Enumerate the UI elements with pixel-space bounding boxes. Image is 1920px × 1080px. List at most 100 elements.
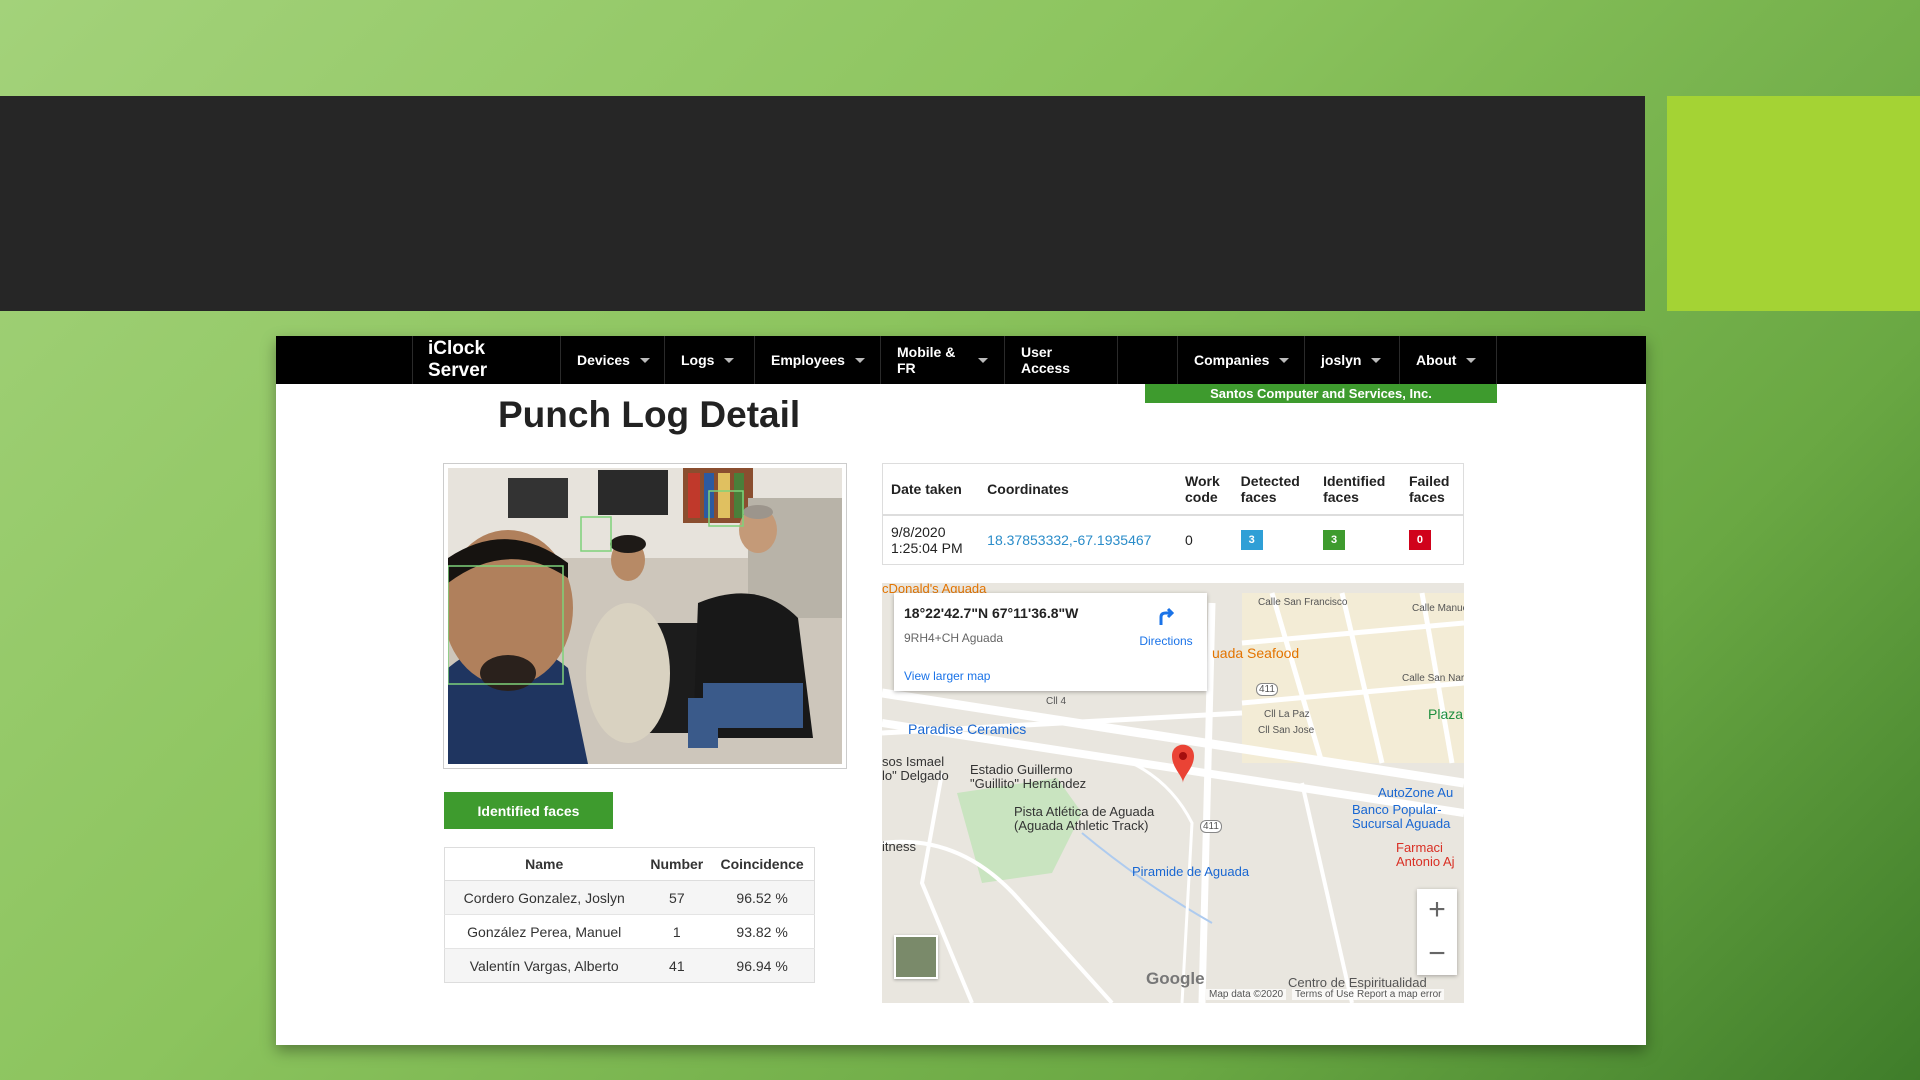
- route-shield: 411: [1200, 820, 1222, 833]
- nav-about[interactable]: About: [1400, 336, 1497, 384]
- nav-mobile-fr[interactable]: Mobile & FR: [881, 336, 1005, 384]
- work-code-cell: 0: [1184, 532, 1193, 548]
- punch-photo-frame: [443, 463, 847, 769]
- place-centro[interactable]: Centro de Espiritualidad: [1288, 975, 1427, 990]
- header-line: faces: [1240, 489, 1277, 505]
- satellite-toggle[interactable]: [894, 935, 938, 979]
- place-line: Banco Popular-: [1352, 802, 1442, 817]
- date-value: 9/8/2020: [891, 524, 946, 540]
- nav-devices-label: Devices: [577, 352, 630, 368]
- map-coordinates: 18°22'42.7"N 67°11'36.8"W: [904, 605, 1079, 621]
- face-coincidence: 96.52 %: [710, 880, 815, 915]
- terms-link[interactable]: Terms of Use: [1292, 989, 1357, 1000]
- place-estadio[interactable]: Estadio Guillermo "Guillito" Hernández: [970, 763, 1086, 791]
- failed-faces-cell: 0: [1401, 515, 1464, 565]
- nav-user-menu[interactable]: joslyn: [1305, 336, 1400, 384]
- time-value: 1:25:04 PM: [891, 540, 963, 556]
- face-name: Cordero Gonzalez, Joslyn: [444, 880, 644, 915]
- col-name-header: Name: [444, 847, 644, 881]
- header-line: code: [1184, 489, 1218, 505]
- coordinates-cell: 18.37853332,-67.1935467: [979, 515, 1177, 565]
- brand-link[interactable]: iClock Server: [412, 336, 561, 384]
- street-label: Cll La Paz: [1264, 709, 1310, 720]
- location-map[interactable]: cDonald's Aguada uada Seafood Plaza F Pa…: [882, 583, 1464, 1003]
- nav-user-access-label: User Access: [1021, 344, 1071, 376]
- map-info-card: 18°22'42.7"N 67°11'36.8"W 9RH4+CH Aguada…: [894, 593, 1207, 691]
- place-plaza[interactable]: Plaza F: [1428, 706, 1464, 722]
- nav-devices[interactable]: Devices: [561, 336, 665, 384]
- slide-accent-block: [1667, 96, 1920, 311]
- col-number-header: Number: [643, 847, 711, 881]
- place-farmacia[interactable]: Farmaci Antonio Aj: [1396, 841, 1455, 869]
- coordinates-link[interactable]: 18.37853332,-67.1935467: [987, 532, 1151, 548]
- identified-faces-badge: 3: [1323, 530, 1346, 550]
- place-fitness[interactable]: itness: [882, 839, 916, 854]
- map-data-attribution: Map data ©2020: [1206, 989, 1287, 1000]
- top-navbar: iClock Server Devices Logs Employees Mob…: [276, 336, 1646, 384]
- header-line: Detected: [1240, 473, 1300, 489]
- chevron-down-icon: [1279, 357, 1290, 363]
- nav-companies-label: Companies: [1194, 352, 1270, 368]
- zoom-out-button[interactable]: −: [1417, 933, 1457, 975]
- punch-photo[interactable]: [448, 468, 842, 764]
- place-line: sos Ismael: [882, 754, 945, 769]
- face-coincidence: 93.82 %: [710, 914, 815, 949]
- col-detected-faces-header: Detected faces: [1232, 463, 1316, 516]
- place-pista[interactable]: Pista Atlética de Aguada (Aguada Athletic…: [1014, 805, 1154, 833]
- zoom-controls: + −: [1417, 889, 1457, 975]
- table-header-row: Date taken Coordinates Work code Detected…: [882, 463, 1464, 516]
- place-autozone[interactable]: AutoZone Au: [1378, 785, 1453, 800]
- place-line: Estadio Guillermo: [970, 762, 1073, 777]
- chevron-down-icon: [1466, 357, 1477, 363]
- place-ismael-delgado[interactable]: sos Ismael lo" Delgado: [882, 755, 949, 783]
- route-shield: 411: [1256, 683, 1278, 696]
- report-map-error-link[interactable]: Report a map error: [1354, 989, 1445, 1000]
- col-date-taken-header: Date taken: [882, 463, 980, 516]
- header-line: faces: [1323, 489, 1359, 505]
- place-line: lo" Delgado: [882, 768, 949, 783]
- nav-user-label: joslyn: [1321, 352, 1362, 368]
- street-label: Cll 4: [1046, 696, 1067, 707]
- nav-companies[interactable]: Companies: [1177, 336, 1305, 384]
- company-name-bar: Santos Computer and Services, Inc.: [1145, 384, 1497, 403]
- place-paradise-ceramics[interactable]: Paradise Ceramics: [908, 721, 1026, 737]
- detected-faces-cell: 3: [1233, 515, 1315, 565]
- face-number: 1: [643, 914, 711, 949]
- directions-label: Directions: [1139, 634, 1193, 648]
- page-title: Punch Log Detail: [498, 394, 801, 435]
- col-coincidence-header: Coincidence: [710, 847, 815, 881]
- face-name: Valentín Vargas, Alberto: [444, 948, 644, 983]
- header-line: faces: [1408, 489, 1445, 505]
- identified-faces-cell: 3: [1315, 515, 1401, 565]
- chevron-down-icon: [854, 357, 865, 363]
- table-row: Valentín Vargas, Alberto 41 96.94 %: [444, 948, 815, 983]
- chevron-down-icon: [978, 357, 988, 363]
- app-screenshot: iClock Server Devices Logs Employees Mob…: [276, 336, 1646, 1045]
- place-banco-popular[interactable]: Banco Popular- Sucursal Aguada: [1352, 803, 1450, 831]
- date-taken-cell: 9/8/2020 1:25:04 PM: [883, 515, 980, 565]
- table-row: Cordero Gonzalez, Joslyn 57 96.52 %: [444, 880, 815, 915]
- identified-faces-table: Name Number Coincidence Cordero Gonzalez…: [444, 847, 815, 983]
- directions-button[interactable]: Directions: [1134, 605, 1198, 648]
- nav-logs-label: Logs: [681, 352, 715, 368]
- nav-employees[interactable]: Employees: [755, 336, 881, 384]
- place-seafood[interactable]: uada Seafood: [1212, 645, 1299, 661]
- chevron-down-icon: [724, 357, 735, 363]
- face-name: González Perea, Manuel: [444, 914, 644, 949]
- place-line: Pista Atlética de Aguada: [1014, 804, 1155, 819]
- street-label: Cll San Jose: [1258, 725, 1315, 736]
- map-plus-code: 9RH4+CH Aguada: [904, 631, 1004, 645]
- view-larger-map-link[interactable]: View larger map: [904, 669, 990, 683]
- nav-user-access[interactable]: User Access: [1005, 336, 1118, 384]
- punch-info-table: Date taken Coordinates Work code Detected…: [882, 463, 1464, 565]
- table-row: 9/8/2020 1:25:04 PM 18.37853332,-67.19354…: [883, 515, 1464, 565]
- nav-about-label: About: [1416, 352, 1457, 368]
- place-piramide[interactable]: Piramide de Aguada: [1132, 864, 1249, 879]
- nav-mobile-fr-label: Mobile & FR: [897, 344, 956, 376]
- zoom-in-button[interactable]: +: [1417, 889, 1457, 931]
- directions-icon: [1159, 607, 1175, 625]
- place-line: "Guillito" Hernández: [970, 776, 1087, 791]
- nav-logs[interactable]: Logs: [665, 336, 755, 384]
- identified-faces-button[interactable]: Identified faces: [444, 792, 613, 829]
- col-coordinates-header: Coordinates: [979, 463, 1177, 516]
